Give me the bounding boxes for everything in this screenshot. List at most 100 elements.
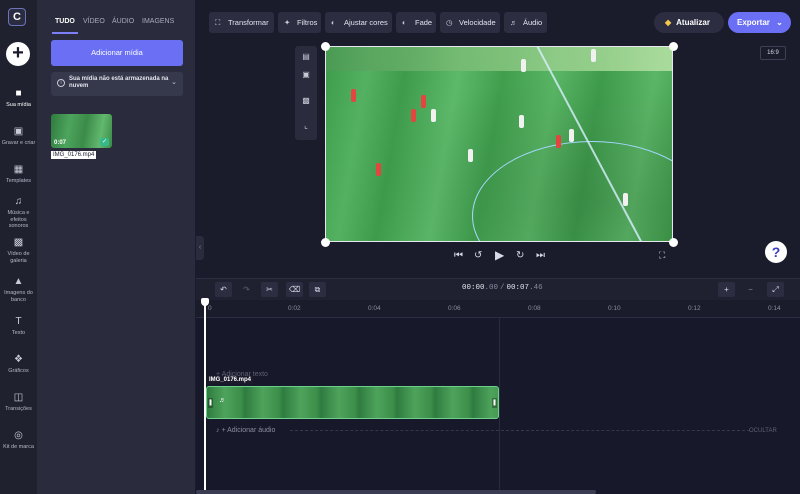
- redo-icon[interactable]: ↷: [238, 282, 255, 297]
- left-rail: C + ■ Sua mídia ▣ Gravar e criar ▦ Templ…: [0, 0, 37, 494]
- rail-item-stock-video[interactable]: ▩ Vídeo de galeria: [0, 237, 37, 264]
- timeline-ruler[interactable]: 0 0:02 0:04 0:06 0:08 0:10 0:12 0:14: [196, 300, 800, 318]
- fit-timeline-icon[interactable]: ⤢: [767, 282, 784, 297]
- upgrade-button[interactable]: ◆ Atualizar: [654, 12, 724, 33]
- undo-icon[interactable]: ↶: [215, 282, 232, 297]
- tab-audio[interactable]: ÁUDIO: [112, 18, 134, 25]
- media-panel: TUDO VÍDEO ÁUDIO IMAGENS Adicionar mídia…: [37, 0, 195, 494]
- rail-item-record[interactable]: ▣ Gravar e criar: [0, 126, 37, 147]
- rewind-5-icon[interactable]: ↺: [474, 250, 482, 261]
- tick-label: 0:04: [368, 305, 381, 312]
- speed-button[interactable]: ◷ Velocidade: [440, 12, 500, 33]
- resize-handle[interactable]: [321, 42, 330, 51]
- gridline: [499, 318, 500, 494]
- hide-track-button[interactable]: OCULTAR: [749, 428, 777, 434]
- clip-name: IMG_0176.mp4: [207, 376, 254, 384]
- rail-item-music[interactable]: ♫ Música e efeitos sonoros: [0, 196, 37, 230]
- playhead-handle[interactable]: [201, 298, 209, 306]
- check-icon: ✓: [100, 138, 109, 146]
- media-filename: IMG_0176.mp4: [51, 151, 97, 159]
- forward-5-icon[interactable]: ↻: [516, 250, 524, 261]
- fit-icon[interactable]: ▤: [300, 51, 312, 63]
- speed-icon: ◷: [446, 18, 453, 27]
- brand-kit-icon: ◎: [14, 430, 23, 441]
- audio-track-placeholder: [290, 430, 750, 434]
- diamond-icon: ◆: [665, 18, 672, 27]
- tick-label: 0:14: [768, 305, 781, 312]
- help-button[interactable]: ?: [765, 241, 787, 263]
- camera-icon: ▣: [13, 126, 24, 137]
- media-duration: 0:07: [54, 140, 67, 146]
- rail-item-graphics[interactable]: ❖ Gráficos: [0, 354, 37, 375]
- player-figure: [623, 193, 628, 206]
- grid-icon: ▦: [13, 164, 24, 175]
- picture-in-picture-icon[interactable]: ▩: [300, 95, 312, 107]
- aspect-ratio-button[interactable]: 16:9: [760, 46, 786, 60]
- color-adjust-icon: ◐: [331, 18, 336, 27]
- clipchamp-logo[interactable]: C: [8, 8, 26, 26]
- fullscreen-icon[interactable]: ⛶: [659, 250, 665, 261]
- tick-label: 0: [208, 305, 212, 312]
- zoom-in-icon[interactable]: +: [718, 282, 735, 297]
- split-scissors-icon[interactable]: ✂: [261, 282, 278, 297]
- shapes-icon: ❖: [14, 354, 23, 365]
- rail-item-your-media[interactable]: ■ Sua mídia: [0, 88, 37, 109]
- music-note-icon: ♪: [216, 427, 220, 434]
- tab-video[interactable]: VÍDEO: [83, 18, 105, 25]
- video-preview[interactable]: [325, 46, 673, 242]
- fade-button[interactable]: ◐ Fade: [396, 12, 436, 33]
- tick-label: 0:02: [288, 305, 301, 312]
- audio-button[interactable]: ♬ Áudio: [504, 12, 547, 33]
- media-thumbnail[interactable]: 0:07 ✓: [51, 114, 112, 148]
- storage-notice[interactable]: i Sua mídia não está armazenada na nuvem…: [51, 72, 183, 96]
- fill-icon[interactable]: ▣: [300, 69, 312, 81]
- filters-button[interactable]: ✦ Filtros: [278, 12, 321, 33]
- rail-item-text[interactable]: T Texto: [0, 316, 37, 337]
- skip-forward-icon[interactable]: ⏭: [536, 250, 545, 261]
- clip-trim-handle-left[interactable]: ❚: [208, 398, 213, 408]
- center-circle-marking: [472, 141, 672, 241]
- player-figure: [519, 115, 524, 128]
- player-figure: [569, 129, 574, 142]
- resize-handle[interactable]: [669, 42, 678, 51]
- player-figure: [376, 163, 381, 176]
- adjust-colors-button[interactable]: ◐ Ajustar cores: [325, 12, 392, 33]
- crop-icon[interactable]: ⌞: [300, 120, 312, 132]
- duplicate-icon[interactable]: ⧉: [309, 282, 326, 297]
- tick-label: 0:12: [688, 305, 701, 312]
- rail-item-transitions[interactable]: ◫ Transições: [0, 392, 37, 413]
- film-icon: ▩: [13, 237, 24, 248]
- image-icon: ▲: [13, 276, 24, 287]
- resize-handle[interactable]: [669, 238, 678, 247]
- add-audio-track[interactable]: ♪ + Adicionar áudio: [216, 427, 275, 434]
- preview-side-tools: ▤ ▣ ▩ ⌞: [295, 46, 317, 140]
- playhead[interactable]: [204, 302, 206, 494]
- zoom-out-icon[interactable]: −: [742, 282, 759, 297]
- add-media-button[interactable]: Adicionar mídia: [51, 40, 183, 66]
- field-background: [326, 47, 672, 71]
- delete-icon[interactable]: ⌫: [286, 282, 303, 297]
- rail-item-templates[interactable]: ▦ Templates: [0, 164, 37, 185]
- tick-label: 0:06: [448, 305, 461, 312]
- play-icon[interactable]: ▶: [495, 248, 504, 262]
- rail-item-stock-images[interactable]: ▲ Imagens do banco: [0, 276, 37, 303]
- player-figure: [351, 89, 356, 102]
- timeline-scrollbar[interactable]: [196, 490, 596, 494]
- video-clip[interactable]: ❚ ♬ ❚: [206, 386, 499, 419]
- rail-item-brand-kit[interactable]: ◎ Kit de marca: [0, 430, 37, 451]
- speaker-icon[interactable]: ♬: [219, 397, 226, 404]
- active-tab-indicator: [52, 32, 78, 34]
- transform-button[interactable]: ⛶ Transformar: [209, 12, 274, 33]
- text-icon: T: [15, 316, 22, 327]
- player-figure: [591, 49, 596, 62]
- tab-images[interactable]: IMAGENS: [142, 18, 174, 25]
- storage-notice-text: Sua mídia não está armazenada na nuvem: [69, 76, 169, 89]
- resize-handle[interactable]: [321, 238, 330, 247]
- create-button[interactable]: +: [6, 42, 30, 66]
- collapse-panel-handle[interactable]: ‹: [196, 236, 204, 260]
- export-button[interactable]: Exportar ⌄: [728, 12, 791, 33]
- tab-all[interactable]: TUDO: [55, 18, 75, 25]
- clip-trim-handle-right[interactable]: ❚: [492, 398, 497, 408]
- skip-back-icon[interactable]: ⏮: [454, 250, 463, 261]
- filters-icon: ✦: [284, 18, 291, 27]
